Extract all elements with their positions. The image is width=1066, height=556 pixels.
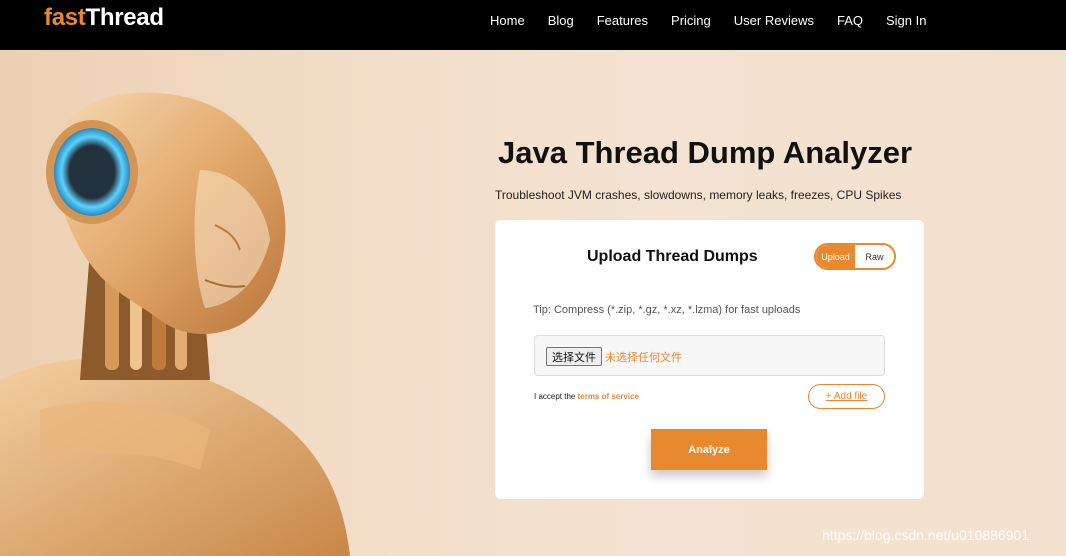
- logo-thread-text: Thread: [85, 4, 164, 31]
- toggle-raw-option[interactable]: Raw: [855, 245, 894, 268]
- accept-label: I accept the: [534, 392, 578, 401]
- compress-tip: Tip: Compress (*.zip, *.gz, *.xz, *.lzma…: [533, 304, 801, 316]
- nav-pricing[interactable]: Pricing: [671, 13, 711, 28]
- upload-card-title: Upload Thread Dumps: [587, 248, 758, 265]
- watermark-text: https://blog.csdn.net/u010886901: [822, 527, 1030, 543]
- nav-faq[interactable]: FAQ: [837, 13, 863, 28]
- fastthread-logo[interactable]: fastThread: [44, 4, 164, 32]
- robot-illustration: [0, 92, 350, 556]
- file-status-text: 未选择任何文件: [605, 351, 682, 364]
- upload-card: Upload Thread Dumps Upload Raw Tip: Comp…: [495, 220, 924, 499]
- page-subtitle: Troubleshoot JVM crashes, slowdowns, mem…: [495, 188, 902, 202]
- terms-of-service-link[interactable]: terms of service: [578, 392, 639, 401]
- choose-file-button[interactable]: 选择文件: [546, 347, 602, 366]
- main-nav: Home Blog Features Pricing User Reviews …: [490, 13, 949, 28]
- analyze-button[interactable]: Analyze: [651, 429, 767, 470]
- nav-sign-in[interactable]: Sign In: [886, 13, 926, 28]
- add-file-button[interactable]: + Add file: [808, 384, 885, 409]
- nav-features[interactable]: Features: [597, 13, 648, 28]
- accept-terms-text: I accept the terms of service: [534, 392, 639, 401]
- file-input-box: 选择文件 未选择任何文件: [534, 335, 885, 376]
- top-nav-bar: fastThread Home Blog Features Pricing Us…: [0, 0, 1066, 50]
- page-title: Java Thread Dump Analyzer: [498, 135, 913, 170]
- nav-home[interactable]: Home: [490, 13, 525, 28]
- nav-user-reviews[interactable]: User Reviews: [734, 13, 814, 28]
- toggle-upload-option[interactable]: Upload: [816, 245, 855, 268]
- upload-raw-toggle: Upload Raw: [814, 243, 896, 270]
- logo-fast-text: fast: [44, 4, 86, 31]
- nav-blog[interactable]: Blog: [548, 13, 574, 28]
